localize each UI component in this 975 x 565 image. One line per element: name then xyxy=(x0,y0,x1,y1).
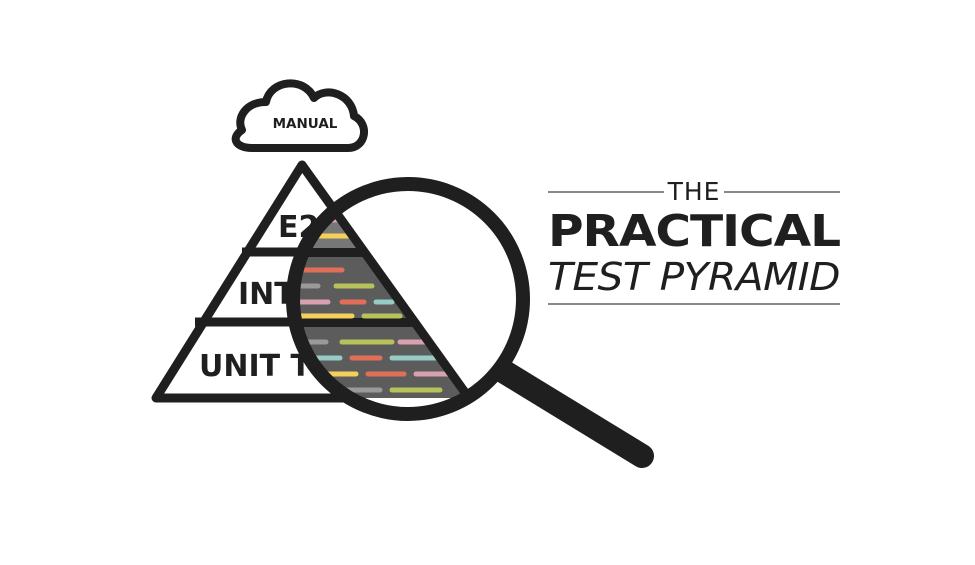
magnifier-handle xyxy=(486,356,654,468)
test-pyramid-diagram: MANUAL E2E INTEGRATION UNIT TESTS xyxy=(151,79,841,468)
cloud-label: MANUAL xyxy=(273,116,338,132)
title-practical: PRACTICAL xyxy=(548,206,840,257)
title-the: THE xyxy=(667,177,721,206)
title-block: THE PRACTICAL TEST PYRAMID xyxy=(548,177,841,305)
title-test-pyramid: TEST PYRAMID xyxy=(548,255,840,299)
manual-cloud: MANUAL xyxy=(231,79,368,152)
